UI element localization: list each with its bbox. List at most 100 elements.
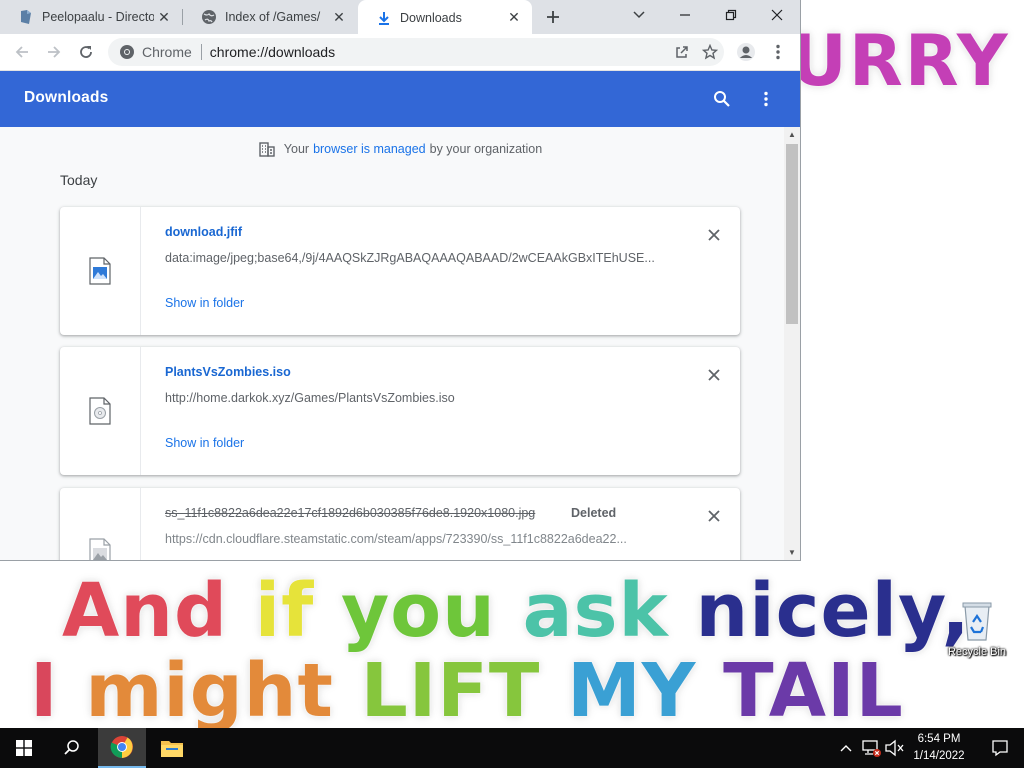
chrome-icon <box>110 736 133 758</box>
managed-notice-link[interactable]: browser is managed <box>313 142 426 156</box>
file-icon-cell <box>60 347 141 475</box>
action-center-button[interactable] <box>976 728 1024 768</box>
chrome-menu-button[interactable] <box>764 38 792 66</box>
wallpaper-word: And <box>62 568 228 654</box>
volume-button[interactable] <box>884 738 906 758</box>
close-icon <box>708 510 720 522</box>
close-icon[interactable]: ✕ <box>504 8 524 28</box>
taskbar-file-explorer-button[interactable] <box>148 728 196 768</box>
remove-download-button[interactable] <box>702 363 726 387</box>
recycle-bin-label: Recycle Bin <box>947 646 1007 658</box>
clock-date: 1/14/2022 <box>913 750 965 762</box>
show-in-folder-link[interactable]: Show in folder <box>165 436 244 450</box>
tab-index-of-games[interactable]: Index of /Games/ ✕ <box>183 0 357 34</box>
browser-toolbar: Chrome chrome://downloads <box>0 34 800 71</box>
chrome-logo-icon <box>119 44 135 60</box>
tab-title: Downloads <box>400 10 462 25</box>
folder-icon <box>161 741 183 757</box>
managed-notice-suffix: by your organization <box>429 142 543 156</box>
forward-button[interactable] <box>40 38 68 66</box>
scrollbar-thumb[interactable] <box>786 144 798 324</box>
reload-button[interactable] <box>72 38 100 66</box>
download-item-deleted: ss_11f1c8822a6dea22e17cf1892d6b030385f76… <box>60 488 740 560</box>
download-item: download.jfif data:image/jpeg;base64,/9j… <box>60 207 740 335</box>
close-window-button[interactable] <box>754 0 800 30</box>
taskbar-clock[interactable]: 6:54 PM 1/14/2022 <box>908 731 970 765</box>
network-status-button[interactable] <box>860 738 882 758</box>
arrow-left-icon <box>15 46 28 58</box>
download-icon <box>376 10 392 26</box>
network-icon <box>862 740 881 757</box>
search-icon <box>714 91 730 107</box>
remove-download-button[interactable] <box>702 223 726 247</box>
downloads-menu-button[interactable] <box>752 85 780 113</box>
restore-button[interactable] <box>708 0 754 30</box>
scroll-up-arrow-icon[interactable]: ▲ <box>784 127 800 141</box>
site-name: Chrome <box>142 44 192 60</box>
tab-title: Index of /Games/ <box>225 10 321 24</box>
restore-icon <box>725 9 737 21</box>
tab-strip: Peelopaalu - Directo ✕ Index of /Games/ … <box>0 0 800 35</box>
recycle-bin-shortcut[interactable]: Recycle Bin <box>940 600 1014 658</box>
taskbar-chrome-button[interactable] <box>98 728 146 768</box>
taskbar-search-button[interactable] <box>48 728 96 768</box>
wallpaper-word: might <box>85 648 334 728</box>
globe-icon <box>201 9 217 25</box>
address-bar[interactable]: Chrome chrome://downloads <box>108 38 724 66</box>
search-downloads-button[interactable] <box>708 85 736 113</box>
url-text[interactable]: chrome://downloads <box>210 44 668 60</box>
tab-search-button[interactable] <box>616 0 662 30</box>
minimize-button[interactable] <box>662 0 708 30</box>
wallpaper-text-top: URRY <box>790 20 1010 102</box>
file-source-url[interactable]: https://cdn.cloudflare.steamstatic.com/s… <box>165 532 665 546</box>
notification-icon <box>992 740 1008 757</box>
wallpaper-text-line1: And if you ask nicely, <box>62 568 971 654</box>
managed-notice: Your browser is managed by your organiza… <box>0 140 784 158</box>
kebab-menu-icon <box>764 91 768 107</box>
file-name-link[interactable]: PlantsVsZombies.iso <box>165 365 291 379</box>
wallpaper-word: MY <box>567 648 697 728</box>
new-tab-button[interactable] <box>540 5 566 29</box>
remove-download-button[interactable] <box>702 504 726 528</box>
close-icon[interactable]: ✕ <box>329 7 349 27</box>
chevron-down-icon <box>633 11 645 19</box>
start-button[interactable] <box>0 728 48 768</box>
minimize-icon <box>680 14 690 16</box>
profile-button[interactable] <box>732 38 760 66</box>
close-icon <box>708 229 720 241</box>
file-source-url[interactable]: data:image/jpeg;base64,/9j/4AAQSkZJRgABA… <box>165 251 665 265</box>
managed-notice-prefix: Your <box>283 142 310 156</box>
page-icon <box>18 9 34 25</box>
share-icon[interactable] <box>668 38 696 66</box>
image-file-icon <box>89 538 111 560</box>
windows-logo-icon <box>16 740 32 756</box>
download-item: PlantsVsZombies.iso http://home.darkok.x… <box>60 347 740 475</box>
downloads-list: Your browser is managed by your organiza… <box>0 127 784 560</box>
clock-time: 6:54 PM <box>917 733 961 745</box>
file-source-url[interactable]: http://home.darkok.xyz/Games/PlantsVsZom… <box>165 391 665 405</box>
downloads-header: Downloads <box>0 71 800 127</box>
close-icon[interactable]: ✕ <box>154 7 174 27</box>
search-icon <box>64 740 79 755</box>
show-in-folder-link[interactable]: Show in folder <box>165 296 244 310</box>
page-scrollbar[interactable]: ▲ ▼ <box>784 127 800 560</box>
arrow-right-icon <box>48 46 61 58</box>
tab-peelopaalu[interactable]: Peelopaalu - Directo ✕ <box>0 0 182 34</box>
plus-icon <box>547 11 559 23</box>
date-heading: Today <box>60 172 98 188</box>
file-name-link[interactable]: download.jfif <box>165 225 242 239</box>
kebab-menu-icon <box>776 44 780 60</box>
close-icon <box>708 369 720 381</box>
show-hidden-icons-button[interactable] <box>836 738 856 758</box>
wallpaper-word: if <box>254 568 315 654</box>
wallpaper-word: nicely, <box>695 568 971 654</box>
chevron-up-icon <box>840 745 852 752</box>
wallpaper-text-line2: I might LIFT MY TAIL <box>30 648 904 728</box>
speaker-muted-icon <box>885 739 904 757</box>
scroll-down-arrow-icon[interactable]: ▼ <box>784 545 800 559</box>
tab-downloads[interactable]: Downloads ✕ <box>358 0 532 35</box>
avatar-icon <box>737 43 755 61</box>
back-button[interactable] <box>8 38 36 66</box>
bookmark-star-icon[interactable] <box>696 38 724 66</box>
wallpaper-word: you <box>341 568 496 654</box>
